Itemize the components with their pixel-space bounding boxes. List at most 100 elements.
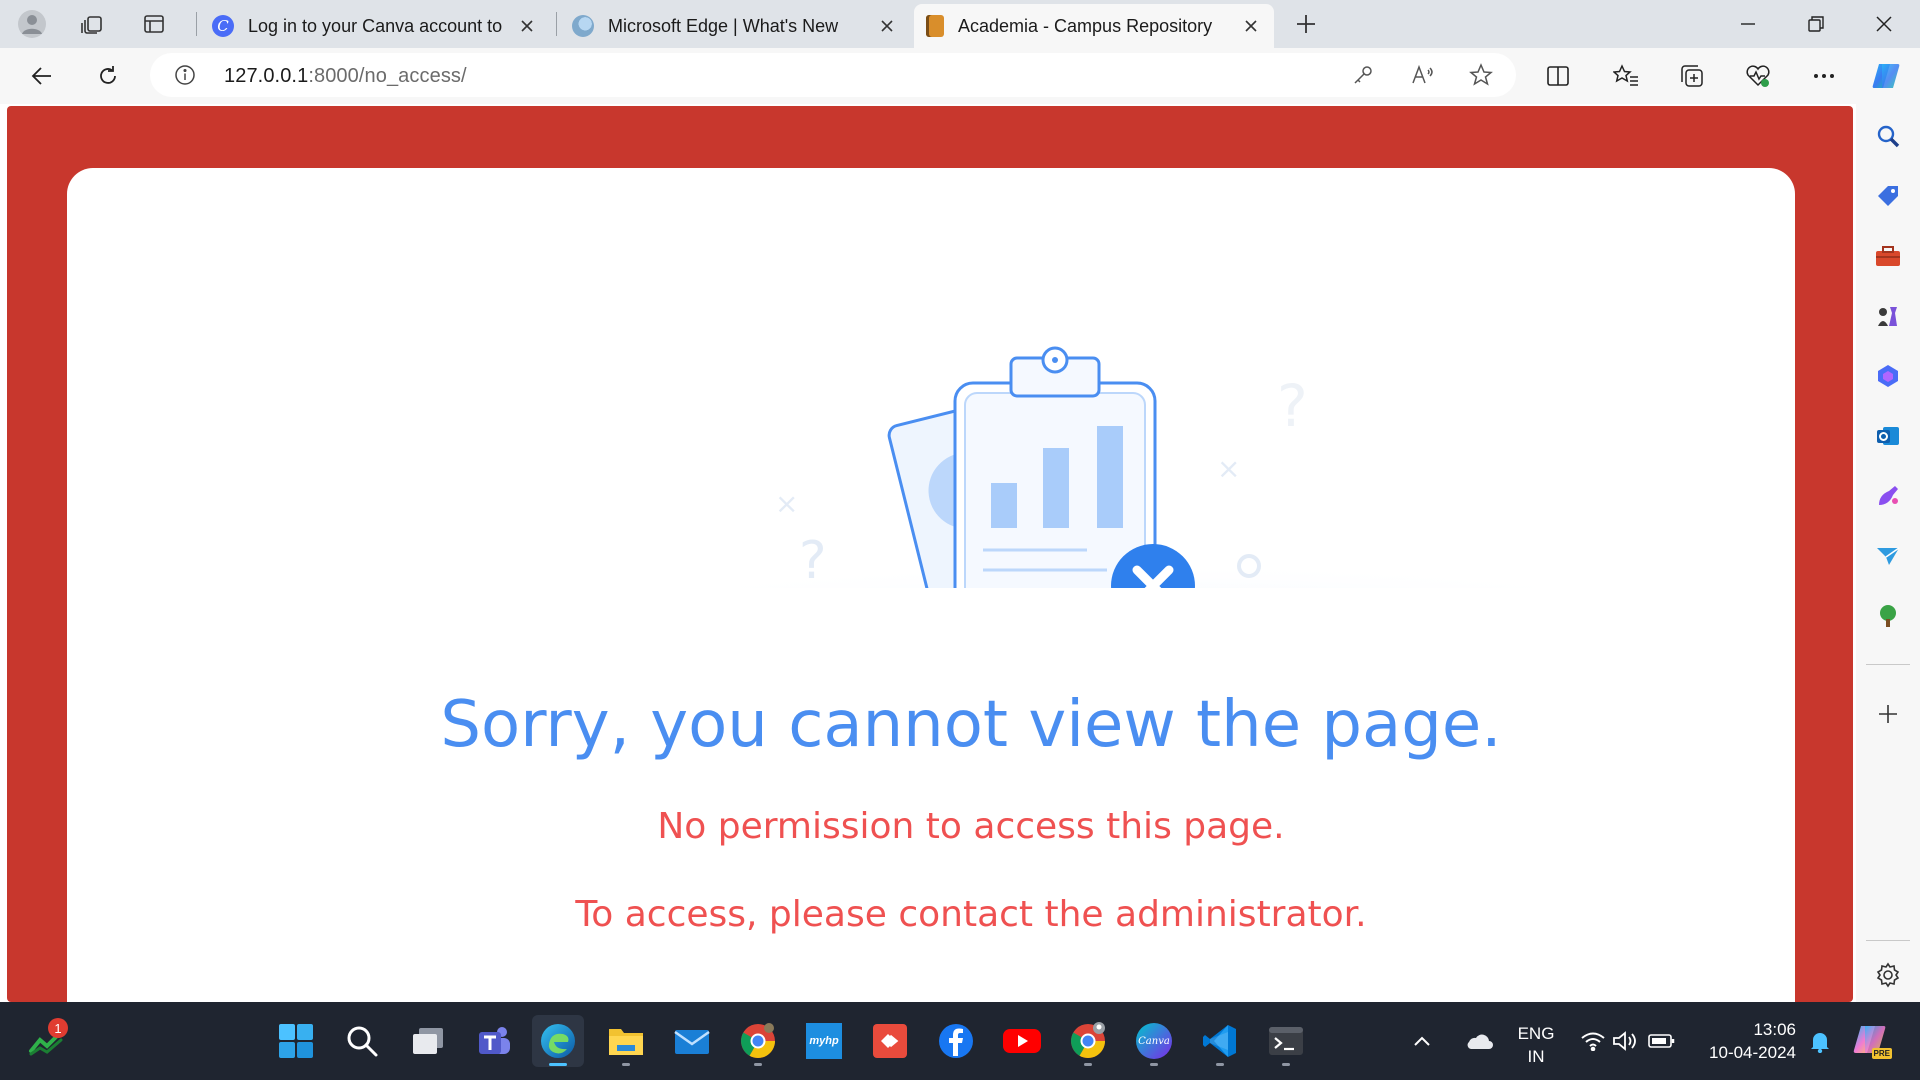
vscode-icon[interactable]: [1194, 1015, 1246, 1067]
url-path: :8000/no_access/: [308, 65, 467, 87]
tab-title: Microsoft Edge | What's New: [608, 15, 839, 36]
passwords-key-icon[interactable]: [1350, 62, 1376, 88]
edge-icon: [572, 15, 594, 37]
mail-icon[interactable]: [666, 1015, 718, 1067]
no-access-illustration: × ? × ?: [587, 346, 1687, 628]
task-view-icon[interactable]: [402, 1015, 454, 1067]
active-indicator: [549, 1063, 567, 1066]
start-icon[interactable]: [270, 1015, 322, 1067]
svg-text:?: ?: [1277, 372, 1308, 440]
tab-canva[interactable]: C Log in to your Canva account to: [200, 4, 550, 48]
file-explorer-icon[interactable]: [600, 1015, 652, 1067]
running-indicator: [622, 1063, 630, 1066]
collections-icon[interactable]: [1672, 56, 1712, 96]
running-indicator: [1282, 1063, 1290, 1066]
address-bar[interactable]: 127.0.0.1:8000/no_access/: [150, 53, 1516, 97]
favorites-icon[interactable]: [1606, 56, 1646, 96]
back-icon[interactable]: [22, 56, 62, 96]
tab-title: Academia - Campus Repository: [958, 15, 1213, 36]
read-aloud-icon[interactable]: [1410, 62, 1436, 88]
add-icon[interactable]: [1868, 694, 1908, 734]
notification-badge: 1: [48, 1018, 68, 1038]
edge-taskbar-icon[interactable]: [532, 1015, 584, 1067]
split-screen-icon[interactable]: [1538, 56, 1578, 96]
favorite-star-icon[interactable]: [1468, 62, 1494, 88]
running-indicator: [1150, 1063, 1158, 1066]
myhp-label: myhp: [806, 1023, 842, 1059]
terminal-icon[interactable]: [1260, 1015, 1312, 1067]
send-icon[interactable]: [1868, 536, 1908, 576]
profile-avatar-icon[interactable]: [14, 6, 50, 42]
language-indicator[interactable]: ENG IN: [1508, 1022, 1564, 1068]
close-tab-icon[interactable]: [516, 15, 538, 37]
error-title: Sorry, you cannot view the page.: [440, 688, 1502, 762]
microsoft365-icon[interactable]: [1868, 356, 1908, 396]
sidebar-separator: [1866, 940, 1910, 941]
clock-time: 13:06: [1753, 1020, 1796, 1039]
sidebar-separator: [1866, 664, 1910, 665]
onedrive-icon[interactable]: [1456, 1015, 1500, 1067]
edge-sidebar: [1856, 104, 1920, 1002]
show-hidden-icons-icon[interactable]: [1404, 1015, 1440, 1067]
new-tab-icon[interactable]: [1288, 6, 1324, 42]
canva-icon: C: [212, 15, 234, 37]
canva-icon[interactable]: Canva: [1128, 1015, 1180, 1067]
page-frame: × ? × ? Sorry, you cannot view the page.…: [7, 106, 1853, 1008]
clock-date: 10-04-2024: [1709, 1043, 1796, 1062]
copilot-pre-badge: PRE: [1871, 1048, 1892, 1059]
error-message-contact: To access, please contact the administra…: [575, 894, 1367, 935]
battery-icon[interactable]: [1640, 1015, 1684, 1067]
close-tab-icon[interactable]: [1240, 15, 1262, 37]
outlook-icon[interactable]: [1868, 416, 1908, 456]
chrome-profile-icon[interactable]: [1062, 1015, 1114, 1067]
browser-toolbar: 127.0.0.1:8000/no_access/: [0, 48, 1920, 104]
tab-academia[interactable]: Academia - Campus Repository: [914, 4, 1274, 48]
more-options-icon[interactable]: [1804, 56, 1844, 96]
close-window-icon[interactable]: [1856, 0, 1912, 48]
running-indicator: [1216, 1063, 1224, 1066]
windows-taskbar: 1 myhp Canva ENG IN 13:06 10-04-2024 PRE: [0, 1002, 1920, 1080]
tree-icon[interactable]: [1868, 596, 1908, 636]
vertical-tabs-icon[interactable]: [136, 6, 172, 42]
search-icon[interactable]: [336, 1015, 388, 1067]
teams-icon[interactable]: [468, 1015, 520, 1067]
search-icon[interactable]: [1868, 116, 1908, 156]
web-content: × ? × ? Sorry, you cannot view the page.…: [0, 104, 1856, 1008]
settings-icon[interactable]: [1868, 955, 1908, 995]
close-tab-icon[interactable]: [876, 15, 898, 37]
svg-text:?: ?: [799, 531, 827, 591]
language-code: ENG: [1517, 1024, 1555, 1043]
region-code: IN: [1527, 1047, 1545, 1066]
youtube-icon[interactable]: [996, 1015, 1048, 1067]
tab-edge-whats-new[interactable]: Microsoft Edge | What's New: [560, 4, 910, 48]
git-icon[interactable]: [864, 1015, 916, 1067]
tab-separator: [196, 12, 197, 36]
copilot-preview-icon[interactable]: PRE: [1846, 1015, 1896, 1067]
browser-essentials-icon[interactable]: [1738, 56, 1778, 96]
url-host: 127.0.0.1: [224, 65, 309, 87]
tab-strip: C Log in to your Canva account to Micros…: [0, 0, 1920, 48]
facebook-icon[interactable]: [930, 1015, 982, 1067]
shopping-tag-icon[interactable]: [1868, 176, 1908, 216]
chess-icon[interactable]: [1868, 296, 1908, 336]
refresh-icon[interactable]: [88, 56, 128, 96]
clock[interactable]: 13:06 10-04-2024: [1686, 1018, 1804, 1064]
notebook-icon: [926, 15, 944, 37]
running-indicator: [754, 1063, 762, 1066]
svg-text:×: ×: [775, 487, 798, 520]
minimize-icon[interactable]: [1720, 0, 1776, 48]
restore-icon[interactable]: [1788, 0, 1844, 48]
url-text[interactable]: 127.0.0.1:8000/no_access/: [224, 65, 467, 88]
designer-icon[interactable]: [1868, 476, 1908, 516]
chrome-icon[interactable]: [732, 1015, 784, 1067]
error-card: × ? × ? Sorry, you cannot view the page.…: [67, 168, 1795, 1008]
notifications-bell-icon[interactable]: [1800, 1015, 1840, 1067]
canva-label: Canva: [1136, 1023, 1172, 1059]
copilot-icon[interactable]: [1866, 56, 1906, 96]
myhp-icon[interactable]: myhp: [798, 1015, 850, 1067]
tab-title: Log in to your Canva account to: [248, 15, 503, 36]
workspaces-icon[interactable]: [74, 6, 110, 42]
site-info-icon[interactable]: [174, 64, 196, 91]
toolbox-icon[interactable]: [1868, 236, 1908, 276]
running-indicator: [1084, 1063, 1092, 1066]
